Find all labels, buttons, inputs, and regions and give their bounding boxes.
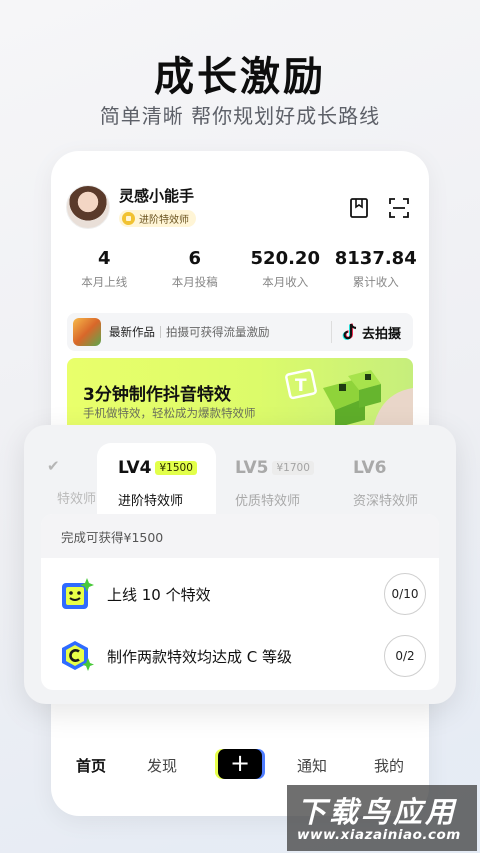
- latest-work-thumbnail[interactable]: [73, 318, 101, 346]
- stat-value: 8137.84: [334, 248, 417, 269]
- level-medal-icon: [122, 212, 135, 225]
- task-card: 完成可获得¥1500 上线 10 个特效 0/10 制作两款特效均达成 C 等级…: [41, 514, 439, 690]
- level-progress-panel: ✔ 特效师 LV4 ¥1500 进阶特效师 LV5 ¥1700 优质特效师 LV…: [24, 425, 456, 704]
- grade-c-task-icon: [62, 641, 94, 671]
- check-icon: ✔: [47, 457, 60, 475]
- task-progress: 0/2: [384, 635, 426, 677]
- task-progress: 0/10: [384, 573, 426, 615]
- nav-mine[interactable]: 我的: [374, 755, 404, 776]
- stat-monthly-income[interactable]: 520.20 本月收入: [240, 248, 331, 290]
- tab-level-name: 资深特效师: [353, 494, 419, 509]
- username: 灵感小能手: [119, 187, 195, 205]
- watermark: 下载鸟应用 www.xiazainiao.com: [287, 785, 477, 851]
- level-badge[interactable]: 进阶特效师: [119, 210, 196, 227]
- latest-works-label: 最新作品: [109, 325, 155, 339]
- go-shoot-button[interactable]: 去拍摄: [332, 323, 413, 342]
- tab-head: LV6: [353, 458, 386, 478]
- reward-chip: ¥1500: [155, 461, 197, 475]
- watermark-url: www.xiazainiao.com: [297, 827, 461, 843]
- bookmark-icon[interactable]: [348, 197, 370, 219]
- tab-head: LV5 ¥1700: [235, 458, 314, 478]
- stat-monthly-online[interactable]: 4 本月上线: [59, 248, 150, 290]
- latest-works-desc: 拍摄可获得流量激励: [166, 325, 270, 339]
- tab-level-3[interactable]: ✔ 特效师: [24, 425, 96, 515]
- stat-label: 本月收入: [262, 275, 309, 289]
- tab-level-4[interactable]: LV4 ¥1500 进阶特效师: [97, 443, 216, 523]
- smiley-task-icon: [62, 578, 94, 609]
- nav-notify[interactable]: 通知: [297, 755, 327, 776]
- stat-value: 4: [97, 248, 111, 269]
- stats-row: 4 本月上线 6 本月投稿 520.20 本月收入 8137.84 累计收入: [59, 248, 421, 290]
- tiktok-icon: [342, 323, 357, 340]
- profile-header[interactable]: 灵感小能手 进阶特效师: [66, 185, 196, 229]
- stat-label: 累计收入: [352, 275, 399, 289]
- latest-works-bar[interactable]: 最新作品 拍摄可获得流量激励 去拍摄: [67, 313, 413, 351]
- reward-chip: ¥1700: [272, 461, 314, 475]
- watermark-title: 下载鸟应用: [297, 795, 458, 829]
- tab-level-number: LV4: [118, 458, 152, 478]
- stat-monthly-submissions[interactable]: 6 本月投稿: [150, 248, 241, 290]
- task-text: 制作两款特效均达成 C 等级: [107, 647, 293, 666]
- promo-banner[interactable]: 3分钟制作抖音特效 手机做特效，轻松成为爆款特效师 T: [67, 358, 413, 428]
- banner-title: 3分钟制作抖音特效: [83, 385, 231, 405]
- task-reward-header: 完成可获得¥1500: [41, 514, 439, 558]
- task-row[interactable]: 制作两款特效均达成 C 等级 0/2: [41, 626, 439, 686]
- tab-level-name: 特效师: [56, 492, 96, 507]
- nav-home[interactable]: 首页: [76, 755, 106, 776]
- avatar[interactable]: [66, 185, 110, 229]
- tab-level-number: LV6: [353, 458, 387, 478]
- stat-value: 520.20: [250, 248, 320, 269]
- bottom-nav: 首页 发现 + 通知 我的: [51, 745, 429, 785]
- tab-level-name: 进阶特效师: [118, 494, 184, 509]
- add-button[interactable]: +: [218, 749, 262, 779]
- tab-head: LV4 ¥1500: [118, 458, 197, 478]
- tab-level-name: 优质特效师: [235, 494, 301, 509]
- divider: [160, 326, 161, 338]
- promo-subtitle: 简单清晰 帮你规划好成长路线: [99, 104, 381, 128]
- banner-subtitle: 手机做特效，轻松成为爆款特效师: [83, 406, 256, 420]
- tab-level-6[interactable]: LV6 资深特效师: [353, 425, 453, 515]
- scan-icon[interactable]: [388, 197, 410, 219]
- nav-discover[interactable]: 发现: [147, 755, 177, 776]
- tab-level-number: LV5: [235, 458, 269, 478]
- tab-level-5[interactable]: LV5 ¥1700 优质特效师: [235, 425, 335, 515]
- svg-text:T: T: [295, 376, 307, 396]
- stat-label: 本月投稿: [171, 275, 218, 289]
- stat-label: 本月上线: [81, 275, 128, 289]
- profile-info: 灵感小能手 进阶特效师: [119, 185, 196, 229]
- stat-total-income[interactable]: 8137.84 累计收入: [331, 248, 422, 290]
- stat-value: 6: [188, 248, 202, 269]
- level-badge-label: 进阶特效师: [139, 215, 189, 226]
- promo-title: 成长激励: [154, 54, 326, 100]
- task-row[interactable]: 上线 10 个特效 0/10: [41, 564, 439, 624]
- go-shoot-label: 去拍摄: [361, 326, 401, 342]
- banner-blocks-illustration: T: [285, 368, 413, 428]
- task-text: 上线 10 个特效: [107, 585, 211, 604]
